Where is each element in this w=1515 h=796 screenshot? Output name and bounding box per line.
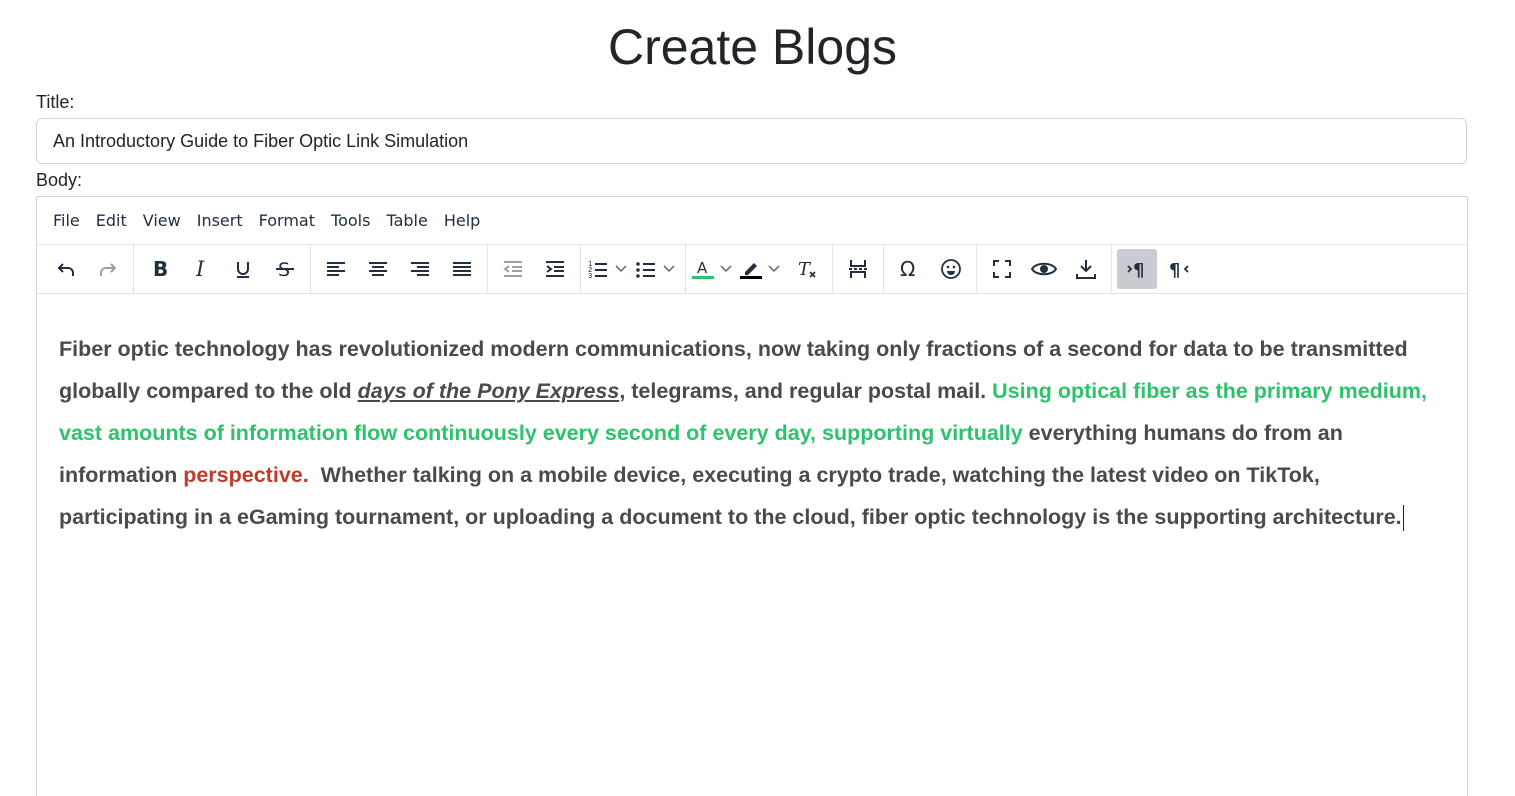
- emoticons-button[interactable]: [931, 249, 971, 289]
- pagebreak-group: [833, 244, 884, 294]
- editor-toolbar: B I S: [37, 244, 1467, 294]
- view-group: [977, 244, 1112, 294]
- underline-icon: [237, 262, 249, 278]
- svg-text:Ω: Ω: [900, 257, 915, 281]
- bold-icon: B: [153, 257, 168, 281]
- menu-table[interactable]: Table: [378, 205, 435, 236]
- text-color-icon: A: [692, 259, 714, 279]
- title-label: Title:: [36, 92, 75, 112]
- indent-icon: [546, 261, 564, 277]
- red-text: perspective.: [183, 463, 309, 487]
- redo-icon: [100, 263, 117, 276]
- svg-text:3: 3: [588, 272, 592, 280]
- menu-file[interactable]: File: [45, 205, 88, 236]
- special-character-icon: Ω: [900, 257, 915, 281]
- svg-text:B: B: [153, 257, 168, 281]
- special-character-button[interactable]: Ω: [889, 249, 929, 289]
- italic-icon: I: [195, 257, 205, 281]
- menu-help[interactable]: Help: [436, 205, 488, 236]
- page-title: Create Blogs: [607, 19, 898, 75]
- svg-text:I: I: [195, 257, 205, 281]
- direction-group: ¶ ¶: [1112, 245, 1204, 294]
- redo-button[interactable]: [88, 249, 128, 289]
- color-group: A T: [686, 244, 833, 294]
- ltr-button[interactable]: ¶: [1117, 249, 1157, 289]
- save-icon: [1076, 260, 1096, 279]
- align-justify-icon: [453, 262, 471, 276]
- text-segment: , telegrams, and regular postal mail.: [619, 379, 993, 403]
- page-break-button[interactable]: [838, 249, 878, 289]
- fullscreen-icon: [993, 260, 1011, 278]
- chevron-down-icon[interactable]: [763, 249, 785, 289]
- emoticons-icon: [941, 259, 961, 279]
- menu-view[interactable]: View: [135, 205, 189, 236]
- underlined-italic-text: days of the Pony Express: [357, 379, 620, 403]
- text-color-button[interactable]: A: [691, 249, 737, 289]
- editor-menubar: File Edit View Insert Format Tools Table…: [37, 197, 1467, 245]
- save-button[interactable]: [1066, 249, 1106, 289]
- rich-text-editor: File Edit View Insert Format Tools Table…: [36, 196, 1468, 796]
- svg-text:A: A: [697, 259, 708, 277]
- clear-formatting-icon: T: [798, 259, 816, 280]
- highlight-color-button[interactable]: [739, 249, 785, 289]
- strikethrough-button[interactable]: S: [265, 249, 305, 289]
- text-cursor: [1402, 505, 1404, 532]
- outdent-icon: [503, 261, 522, 277]
- align-center-icon: [369, 262, 387, 276]
- numbered-list-button[interactable]: 123: [586, 249, 632, 289]
- indent-button[interactable]: [535, 249, 575, 289]
- align-left-button[interactable]: [316, 249, 356, 289]
- italic-button[interactable]: I: [181, 249, 221, 289]
- body-paragraph: Fiber optic technology has revolutionize…: [59, 328, 1445, 538]
- numbered-list-icon: 123: [588, 260, 607, 280]
- fullscreen-button[interactable]: [982, 249, 1022, 289]
- indent-group: [488, 244, 581, 294]
- rtl-icon: ¶: [1169, 260, 1189, 281]
- preview-icon: [1031, 262, 1057, 276]
- bold-button[interactable]: B: [139, 249, 179, 289]
- chevron-down-icon[interactable]: [610, 249, 632, 289]
- undo-button[interactable]: [46, 249, 86, 289]
- align-right-icon: [411, 262, 429, 276]
- format-group: B I S: [134, 244, 311, 294]
- ltr-icon: ¶: [1127, 260, 1144, 281]
- outdent-button[interactable]: [493, 249, 533, 289]
- bullet-list-button[interactable]: [634, 249, 680, 289]
- insert-group: Ω: [884, 244, 977, 294]
- menu-format[interactable]: Format: [251, 205, 323, 236]
- highlight-color-icon: [740, 263, 762, 279]
- strikethrough-icon: S: [276, 259, 294, 281]
- list-group: 123: [581, 244, 686, 294]
- history-group: [41, 244, 134, 294]
- align-justify-button[interactable]: [442, 249, 482, 289]
- svg-text:¶: ¶: [1133, 260, 1144, 281]
- underline-button[interactable]: [223, 249, 263, 289]
- menu-edit[interactable]: Edit: [88, 205, 135, 236]
- align-center-button[interactable]: [358, 249, 398, 289]
- editor-content-area[interactable]: Fiber optic technology has revolutionize…: [37, 294, 1467, 538]
- align-group: [311, 244, 488, 294]
- menu-tools[interactable]: Tools: [323, 205, 378, 236]
- chevron-down-icon[interactable]: [658, 249, 680, 289]
- svg-text:¶: ¶: [1169, 260, 1180, 281]
- align-right-button[interactable]: [400, 249, 440, 289]
- undo-icon: [57, 263, 74, 276]
- menu-insert[interactable]: Insert: [189, 205, 251, 236]
- chevron-down-icon[interactable]: [715, 249, 737, 289]
- title-input[interactable]: [36, 118, 1467, 164]
- page-break-icon: [849, 260, 867, 278]
- align-left-icon: [327, 262, 345, 276]
- clear-formatting-button[interactable]: T: [787, 249, 827, 289]
- bullet-list-icon: [636, 262, 655, 278]
- preview-button[interactable]: [1024, 249, 1064, 289]
- body-label: Body:: [36, 170, 83, 190]
- rtl-button[interactable]: ¶: [1159, 249, 1199, 289]
